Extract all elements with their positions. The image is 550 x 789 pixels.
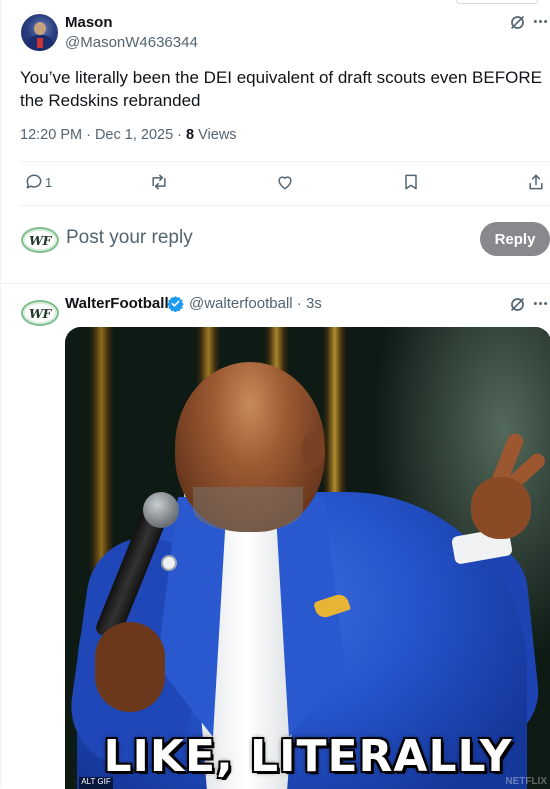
gif-caption: LIKE, LITERALLY <box>103 731 513 782</box>
avatar-logo-text: WF <box>29 232 51 248</box>
tweet-text: You’ve literally been the DEI equivalent… <box>20 68 542 110</box>
reply-author-handle[interactable]: @walterfootball · 3s <box>189 295 322 312</box>
repost-button[interactable] <box>149 172 169 192</box>
comedian-figure <box>65 327 550 789</box>
share-icon <box>529 174 543 190</box>
more-icon[interactable] <box>532 295 549 317</box>
tweet-meta: 12:20 PM · Dec 1, 2025 · 8 Views <box>20 127 237 143</box>
avatar-logo-text: WF <box>29 305 51 321</box>
main-tweet: Mason @MasonW4636344 You’ve literally be… <box>1 0 550 284</box>
repost-icon <box>152 174 166 190</box>
gif-alt-label[interactable]: ALT GIF <box>79 777 113 789</box>
bookmark-button[interactable] <box>401 172 421 192</box>
view-count: 8 <box>186 127 195 143</box>
author-handle[interactable]: @MasonW4636344 <box>65 34 198 51</box>
verified-badge-icon[interactable] <box>167 295 184 312</box>
author-avatar[interactable] <box>21 14 58 51</box>
grok-icon[interactable] <box>509 296 526 318</box>
conversation-view: Mason @MasonW4636344 You’ve literally be… <box>0 0 550 789</box>
reply-button[interactable]: 1 <box>24 172 52 192</box>
reply-author-avatar[interactable]: WF <box>21 300 59 326</box>
reply-author-name[interactable]: WalterFootball <box>65 295 169 312</box>
my-avatar[interactable]: WF <box>21 227 59 253</box>
gif-media[interactable]: LIKE, LITERALLY NETFLIX ALT GIF <box>65 327 550 789</box>
views-label: Views <box>194 127 237 143</box>
reply-composer: WF Post your reply Reply <box>1 206 550 272</box>
more-icon[interactable] <box>532 13 549 35</box>
share-button[interactable] <box>526 172 546 192</box>
reply-input[interactable]: Post your reply <box>66 227 193 249</box>
like-icon <box>278 176 292 190</box>
action-bar: 1 <box>1 162 550 206</box>
top-button-edge <box>456 0 538 4</box>
reply-submit-button[interactable]: Reply <box>480 222 550 256</box>
reply-icon <box>26 174 42 189</box>
like-button[interactable] <box>275 172 295 192</box>
gif-watermark: NETFLIX <box>505 776 547 787</box>
tweet-timestamp[interactable]: 12:20 PM · Dec 1, 2025 · <box>20 127 186 143</box>
grok-icon[interactable] <box>509 14 526 36</box>
reply-tweet[interactable]: WF WalterFootball @walterfootball · 3s L… <box>1 284 550 789</box>
bookmark-icon <box>405 174 417 190</box>
reply-count: 1 <box>45 174 53 190</box>
author-name[interactable]: Mason <box>65 14 113 31</box>
